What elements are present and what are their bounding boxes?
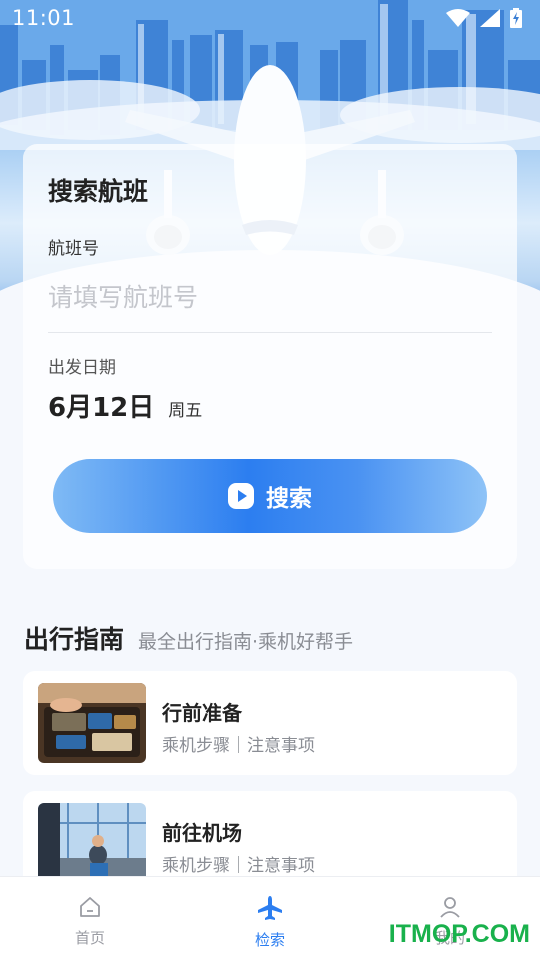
card-title: 搜索航班 [48,177,149,206]
search-button[interactable]: 搜索 [53,459,487,533]
search-button-label: 搜索 [266,486,312,512]
user-icon [440,897,460,918]
nav-item-search[interactable]: 检索 [225,895,315,950]
status-icons [446,8,522,28]
wifi-icon [446,9,470,27]
flight-number-input[interactable] [48,274,488,320]
nav-label-home: 首页 [74,929,105,947]
guide-item-desc: 乘机步骤｜注意事项 [162,736,315,756]
guide-item-desc: 乘机步骤｜注意事项 [162,856,315,876]
input-divider [48,332,492,333]
date-value: 6月12日 [48,393,155,423]
watermark: ITMOP.COM [388,920,530,948]
flight-search-card: 搜索航班 航班号 出发日期 6月12日 周五 搜索 [23,144,517,569]
airplane-icon [258,896,282,920]
nav-label-search: 检索 [254,931,285,949]
battery-charging-icon [510,8,522,28]
guide-item-title: 前往机场 [162,821,242,845]
luggage-photo [38,683,146,763]
guide-title: 出行指南 [24,625,125,654]
app-screen: 11:01 搜索航班 航班号 出发日期 6月12日 周五 [0,0,540,960]
departure-date-label: 出发日期 [48,358,116,378]
departure-date-picker[interactable]: 6月12日 周五 [48,387,202,424]
guide-item-title: 行前准备 [162,701,242,725]
status-time: 11:01 [12,6,76,30]
play-icon [228,483,254,509]
nav-item-home[interactable]: 首页 [45,895,135,948]
guide-section-header: 出行指南 最全出行指南·乘机好帮手 [24,620,353,656]
home-icon [80,897,100,917]
date-weekday: 周五 [168,401,203,421]
signal-icon [480,9,500,27]
guide-item-preparation[interactable]: 行前准备 乘机步骤｜注意事项 [23,671,517,775]
status-bar: 11:01 [0,0,540,36]
flight-number-label: 航班号 [48,239,99,259]
guide-subtitle: 最全出行指南·乘机好帮手 [138,631,354,653]
airport-photo [38,803,146,883]
